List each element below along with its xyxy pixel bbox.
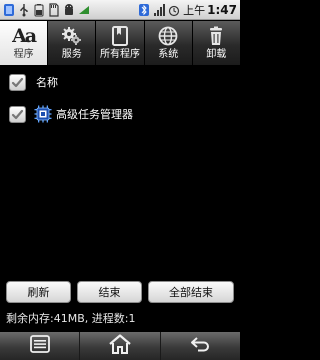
list-item[interactable]: 高级任务管理器 [0, 98, 240, 130]
tab-system[interactable]: 系统 [143, 21, 192, 65]
action-bar: 刷新 结束 全部结束 [6, 281, 234, 303]
memory-status: 剩余内存:41MB, 进程数:1 [6, 312, 136, 325]
font-aa-icon: Aa [12, 25, 37, 47]
refresh-button[interactable]: 刷新 [6, 281, 71, 303]
sd-card-icon [48, 2, 60, 17]
battery-charging-icon [33, 3, 45, 17]
tab-label: 程序 [13, 49, 34, 60]
task-manager-app-icon [3, 3, 15, 17]
tab-label: 系统 [158, 49, 179, 60]
list-header-row[interactable]: 名称 [0, 66, 240, 98]
usb-icon [18, 3, 30, 17]
navigation-bar [0, 332, 240, 360]
home-button[interactable] [79, 332, 160, 360]
tab-label: 卸载 [206, 49, 227, 60]
back-icon [189, 335, 211, 357]
system-icons: 上午 1:47 [138, 2, 237, 18]
signal-icon [153, 3, 166, 17]
tab-uninstall[interactable]: 卸载 [191, 21, 241, 65]
tab-label: 服务 [61, 49, 82, 60]
task-manager-chip-icon [34, 105, 52, 123]
select-all-checkbox[interactable] [9, 73, 26, 91]
home-icon [108, 334, 132, 358]
android-debug-icon [63, 3, 75, 17]
gears-icon [61, 25, 83, 47]
time-prefix: 上午 [183, 3, 206, 17]
item-checkbox[interactable] [9, 105, 26, 123]
item-label: 高级任务管理器 [56, 108, 133, 121]
globe-icon [157, 25, 179, 47]
bluetooth-icon [138, 3, 150, 17]
column-header-name: 名称 [36, 76, 58, 89]
menu-button[interactable] [0, 332, 80, 360]
end-all-button[interactable]: 全部结束 [148, 281, 234, 303]
tab-label: 所有程序 [100, 49, 140, 60]
status-bar: 上午 1:47 [0, 0, 240, 20]
notification-icons [3, 2, 90, 17]
menu-icon [29, 335, 51, 357]
process-list: 名称 高级任务管理器 [0, 66, 240, 130]
time-value: 1:47 [207, 2, 237, 17]
trash-icon [205, 25, 227, 47]
tab-bar: Aa 程序 服务 所有程序 系统 卸载 [0, 21, 241, 65]
tab-programs[interactable]: Aa 程序 [0, 21, 48, 65]
clock: 上午 1:47 [183, 2, 237, 18]
alarm-icon [168, 3, 180, 17]
back-button[interactable] [159, 332, 240, 360]
wifi-icon [78, 3, 90, 17]
end-button[interactable]: 结束 [77, 281, 142, 303]
tab-services[interactable]: 服务 [47, 21, 96, 65]
book-icon [109, 25, 131, 47]
tab-all-programs[interactable]: 所有程序 [95, 21, 144, 65]
